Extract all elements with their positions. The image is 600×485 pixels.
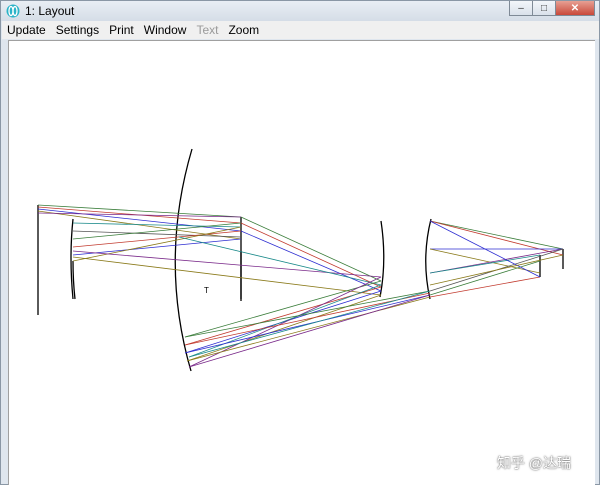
ray: [37, 208, 242, 232]
ray: [186, 296, 431, 362]
ray: [72, 250, 382, 278]
menu-zoom[interactable]: Zoom: [223, 21, 264, 39]
ray: [188, 284, 382, 358]
optical-layout-drawing: T: [37, 148, 564, 372]
ray: [72, 256, 382, 296]
window-title: 1: Layout: [25, 4, 75, 18]
window-controls: – □ ✕: [509, 1, 595, 17]
ray: [429, 260, 541, 296]
maximize-button[interactable]: □: [532, 1, 556, 16]
title-bar[interactable]: 1: Layout – □ ✕: [1, 1, 599, 21]
lens-1-left-surface: [70, 218, 74, 300]
menu-update[interactable]: Update: [2, 21, 51, 39]
menu-text: Text: [196, 23, 219, 37]
watermark: 知乎 @达瑞: [496, 455, 571, 471]
menu-window[interactable]: Window: [139, 21, 192, 39]
ray: [178, 236, 382, 286]
ray: [188, 290, 431, 358]
ray: [429, 220, 564, 250]
lens-1-bottom-surface: [72, 260, 76, 300]
menu-settings[interactable]: Settings: [51, 21, 104, 39]
surface-label: T: [204, 286, 209, 295]
lens-2-surface: [425, 218, 432, 300]
ray: [240, 230, 382, 292]
layout-window: 1: Layout – □ ✕ Update Settings Print Wi…: [0, 0, 600, 485]
layout-canvas[interactable]: T 知乎 @达瑞: [8, 40, 595, 485]
ray: [72, 238, 242, 256]
ray: [188, 276, 382, 368]
minimize-button[interactable]: –: [509, 1, 533, 16]
ray: [429, 248, 541, 274]
ray: [188, 294, 431, 368]
app-icon: [6, 4, 20, 18]
ray-bundle: [37, 204, 564, 368]
ray: [240, 222, 382, 288]
close-button[interactable]: ✕: [555, 1, 595, 16]
ray: [429, 220, 564, 256]
menu-bar: Update Settings Print Window Text Zoom: [2, 21, 599, 39]
ray: [184, 290, 431, 338]
menu-print[interactable]: Print: [104, 21, 139, 39]
ray: [429, 276, 541, 298]
secondary-mirror: [379, 220, 385, 298]
ray: [72, 230, 242, 248]
ray: [184, 294, 431, 354]
